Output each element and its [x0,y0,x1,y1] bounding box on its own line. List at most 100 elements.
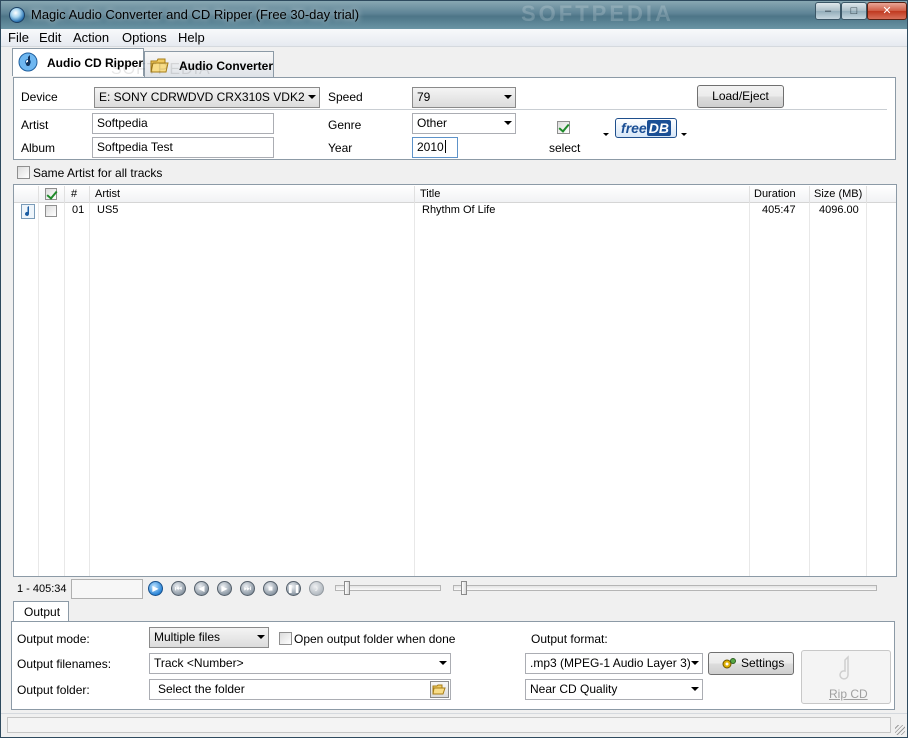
year-input[interactable]: 2010 [412,137,458,158]
track-title: Rhythm Of Life [422,204,496,216]
open-folder-label[interactable]: Open output folder when done [294,632,455,646]
folder-icon [432,684,446,695]
play-button[interactable]: ▶ [148,581,163,596]
select-all-checkbox[interactable] [45,188,57,200]
audio-track-icon [21,204,35,219]
select-checkbox[interactable] [557,121,570,134]
column-separator [64,186,65,203]
column-artist[interactable]: Artist [95,188,120,200]
maximize-button[interactable]: □ [841,2,867,20]
seek-slider[interactable] [453,585,877,591]
output-filenames-label: Output filenames: [17,657,112,671]
track-checkbox[interactable] [45,205,57,217]
gear-icon [722,658,736,669]
close-button[interactable]: ✕ [867,2,907,20]
stop-button[interactable]: ■ [263,581,278,596]
speed-select[interactable]: 79 [412,87,516,108]
tab-output[interactable]: Output [13,601,69,623]
volume-slider-thumb[interactable] [344,581,350,595]
tab-label: Output [24,605,61,619]
browse-folder-button[interactable] [430,681,449,698]
genre-value: Other [417,116,448,130]
track-list[interactable] [13,184,897,577]
album-label: Album [21,141,56,155]
next-button[interactable]: ⏭ [240,581,255,596]
chevron-down-icon[interactable] [681,133,687,136]
output-folder-input[interactable]: Select the folder [149,679,451,700]
menu-help[interactable]: Help [178,30,205,45]
freedb-button[interactable]: free DB [615,118,677,138]
minimize-button[interactable]: – [815,2,841,20]
column-line [38,203,39,576]
column-separator [89,186,90,203]
output-panel: Output mode: Multiple files Open output … [11,621,895,710]
title-bar[interactable]: Magic Audio Converter and CD Ripper (Fre… [1,1,907,29]
pause-button[interactable]: ❚❚ [286,581,301,596]
seek-slider-thumb[interactable] [461,581,468,595]
chevron-down-icon[interactable] [603,133,609,136]
position-field [71,579,143,599]
device-value: E: SONY CDRWDVD CRX310S VDK2 [99,90,305,104]
genre-select[interactable]: Other [412,113,516,134]
menu-edit[interactable]: Edit [39,30,61,45]
album-input[interactable]: Softpedia Test [92,137,274,158]
same-artist-checkbox[interactable] [17,166,30,179]
previous-button[interactable]: ⏮ [171,581,186,596]
artist-input[interactable]: Softpedia [92,113,274,134]
music-note-icon [839,655,849,680]
table-row[interactable]: 01 US5 Rhythm Of Life 405:47 4096.00 [15,203,895,220]
rip-cd-button[interactable]: Rip CD [801,650,891,704]
speed-label: Speed [328,90,363,104]
forward-button[interactable]: ▶ [217,581,232,596]
output-filenames-select[interactable]: Track <Number> [149,653,451,674]
column-separator [38,186,39,203]
menu-action[interactable]: Action [73,30,109,45]
same-artist-label[interactable]: Same Artist for all tracks [33,166,162,180]
output-mode-select[interactable]: Multiple files [149,627,269,648]
track-artist: US5 [97,204,119,216]
year-value: 2010 [417,140,444,154]
chevron-down-icon [691,661,699,665]
column-line [809,203,810,576]
select-label: select [549,141,581,155]
output-format-select[interactable]: .mp3 (MPEG-1 Audio Layer 3) [525,653,703,674]
player-bar: 1 - 405:34 ▶ ⏮ ◀ ▶ ⏭ ■ ❚❚ ♪ [13,577,897,601]
column-size[interactable]: Size (MB) [814,188,862,200]
app-icon [9,7,25,23]
settings-button[interactable]: Settings [708,652,794,675]
column-number[interactable]: # [71,188,77,200]
quality-select[interactable]: Near CD Quality [525,679,703,700]
menu-file[interactable]: File [8,30,29,45]
load-eject-button[interactable]: Load/Eject [697,85,784,108]
rip-cd-label: Rip CD [829,687,868,701]
quality-value: Near CD Quality [530,682,618,696]
menu-bar: File Edit Action Options Help [1,29,907,47]
rewind-button[interactable]: ◀ [194,581,209,596]
resize-grip-icon[interactable] [895,725,905,735]
column-separator [749,186,750,203]
output-folder-value: Select the folder [158,682,245,696]
track-list-header: # Artist Title Duration Size (MB) [14,186,896,203]
column-separator [809,186,810,203]
device-select[interactable]: E: SONY CDRWDVD CRX310S VDK2 [94,87,320,108]
cd-info-panel: Device E: SONY CDRWDVD CRX310S VDK2 Spee… [13,77,896,160]
output-mode-value: Multiple files [154,630,221,644]
menu-options[interactable]: Options [122,30,167,45]
volume-button[interactable]: ♪ [309,581,324,596]
output-mode-label: Output mode: [17,632,90,646]
track-duration: 405:47 [762,204,796,216]
open-folder-checkbox[interactable] [279,632,292,645]
volume-slider[interactable] [335,585,441,591]
column-duration[interactable]: Duration [754,188,796,200]
output-format-value: .mp3 (MPEG-1 Audio Layer 3) [530,656,691,670]
device-label: Device [21,90,58,104]
column-line [89,203,90,576]
column-title[interactable]: Title [420,188,440,200]
freedb-logo-free: free [621,120,647,136]
column-line [64,203,65,576]
music-cd-icon [18,52,38,72]
play-position: 1 - 405:34 [17,583,67,595]
column-line [866,203,867,576]
column-separator [414,186,415,203]
window-title: Magic Audio Converter and CD Ripper (Fre… [31,7,360,22]
